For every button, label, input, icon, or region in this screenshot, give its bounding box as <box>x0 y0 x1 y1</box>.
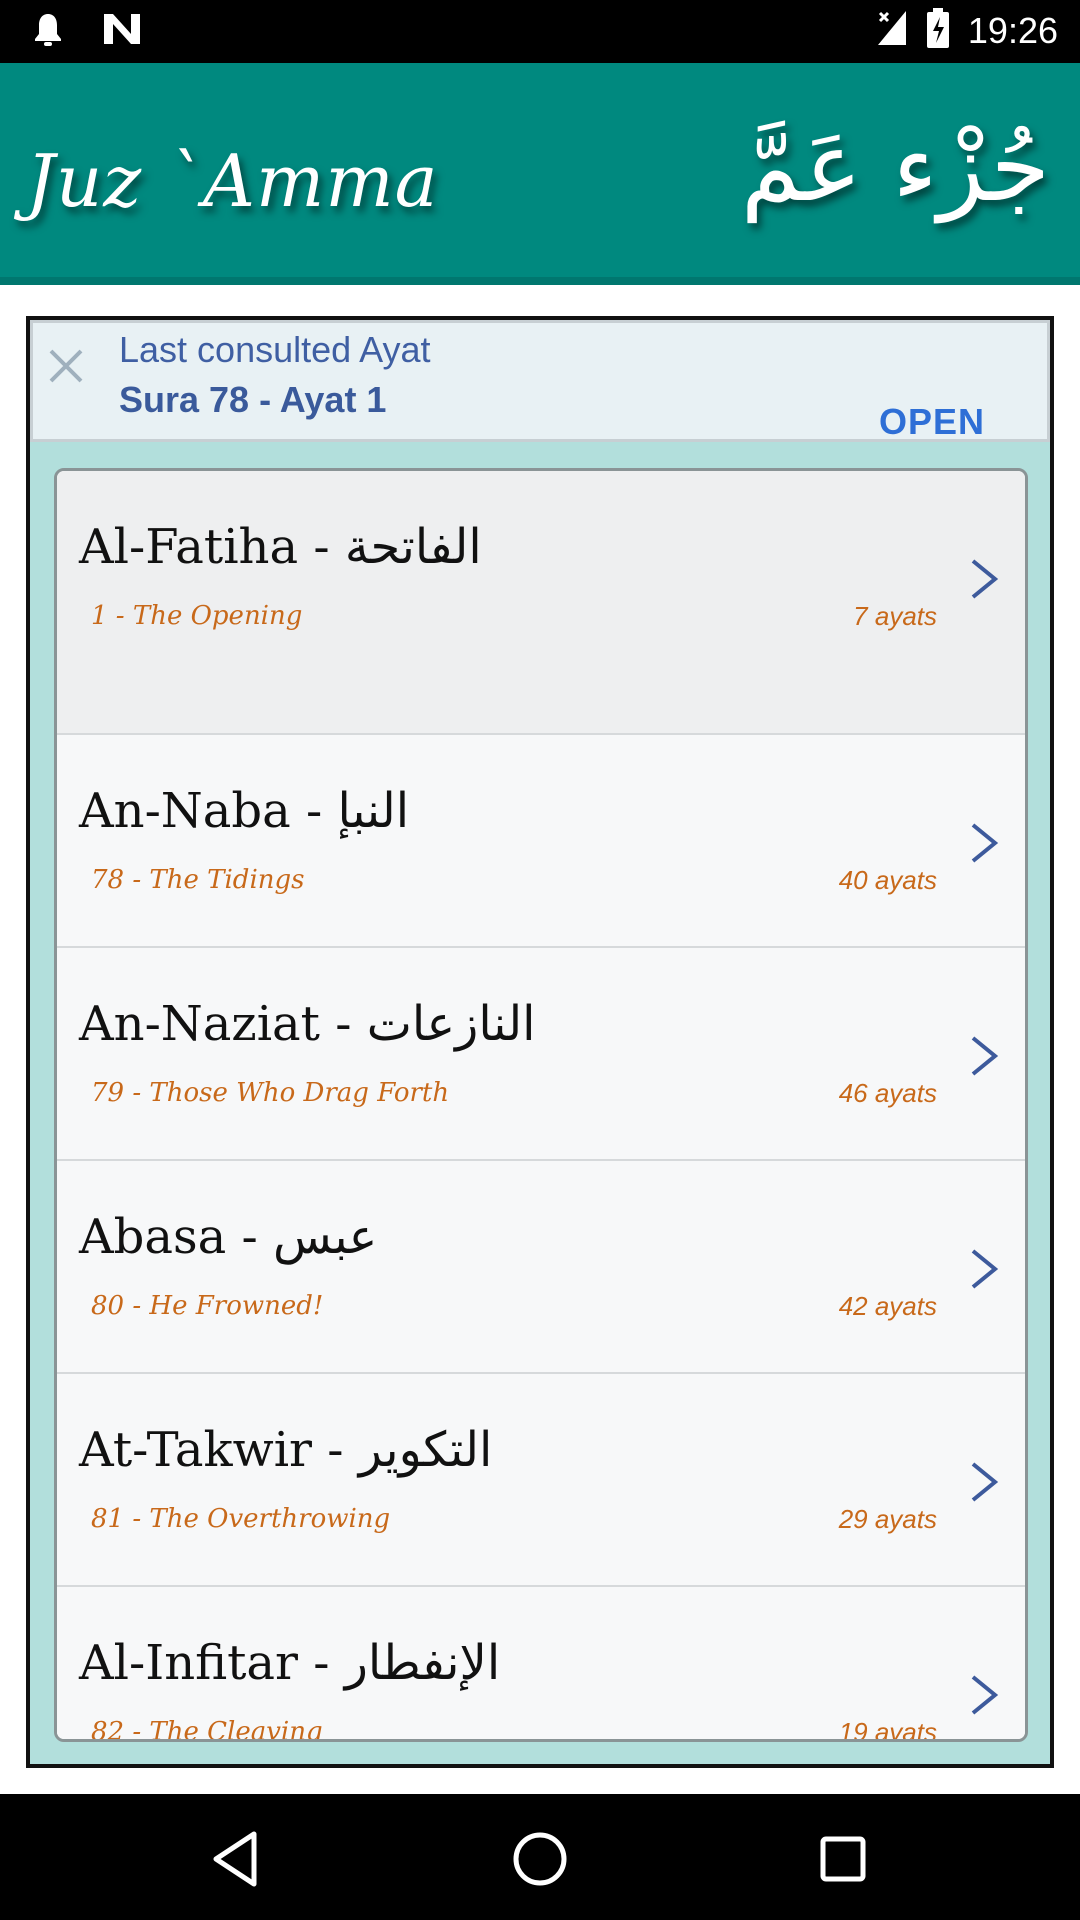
recents-icon[interactable] <box>808 1824 878 1894</box>
ayat-count: 29 ayats <box>838 1504 937 1534</box>
list-item[interactable]: Al-Fatiha - الفاتحة 1 - The Opening 7 ay… <box>57 471 1025 735</box>
sura-name: Abasa - عبس <box>79 1209 378 1265</box>
sura-subtitle: 78 - The Tidings <box>91 865 305 895</box>
close-icon[interactable] <box>41 341 91 391</box>
chevron-right-icon <box>969 1460 999 1504</box>
banner-detail: Sura 78 - Ayat 1 <box>119 379 387 420</box>
last-consulted-banner: Last consulted Ayat Sura 78 - Ayat 1 OPE… <box>30 320 1050 442</box>
list-item[interactable]: Al-Infitar - الإنفطار 82 - The Cleaving … <box>57 1587 1025 1742</box>
chevron-right-icon <box>969 1034 999 1078</box>
app-header: Juz `Amma جُزْء عَمَّ <box>0 63 1080 285</box>
back-icon[interactable] <box>202 1824 272 1894</box>
ayat-count: 40 ayats <box>838 865 937 895</box>
chevron-right-icon <box>969 1247 999 1291</box>
sura-subtitle: 1 - The Opening <box>91 601 303 631</box>
n-logo-icon <box>102 12 142 51</box>
open-button[interactable]: OPEN <box>879 401 985 443</box>
ayat-count: 42 ayats <box>838 1291 937 1321</box>
ayat-count: 7 ayats <box>853 601 937 631</box>
clock: 19:26 <box>967 9 1058 51</box>
signal-off-icon <box>876 9 908 52</box>
sura-name: Al-Fatiha - الفاتحة <box>79 519 482 575</box>
sura-list: Al-Fatiha - الفاتحة 1 - The Opening 7 ay… <box>54 468 1028 1742</box>
notification-bell-icon <box>34 12 62 51</box>
list-item[interactable]: An-Naziat - النازعات 79 - Those Who Drag… <box>57 948 1025 1161</box>
chevron-right-icon <box>969 557 999 601</box>
navigation-bar <box>0 1794 1080 1920</box>
chevron-right-icon <box>969 1673 999 1717</box>
status-bar: 19:26 <box>0 0 1080 63</box>
app-title: Juz `Amma <box>26 139 439 223</box>
sura-subtitle: 79 - Those Who Drag Forth <box>91 1078 450 1108</box>
home-icon[interactable] <box>505 1824 575 1894</box>
content-frame: Last consulted Ayat Sura 78 - Ayat 1 OPE… <box>26 316 1054 1768</box>
sura-name: Al-Infitar - الإنفطار <box>79 1635 501 1691</box>
sura-subtitle: 81 - The Overthrowing <box>91 1504 391 1534</box>
banner-heading: Last consulted Ayat <box>119 329 431 370</box>
ayat-count: 19 ayats <box>838 1717 937 1742</box>
sura-subtitle: 82 - The Cleaving <box>91 1717 323 1742</box>
list-item[interactable]: At-Takwir - التكوير 81 - The Overthrowin… <box>57 1374 1025 1587</box>
sura-name: An-Naziat - النازعات <box>79 996 536 1052</box>
list-item[interactable]: An-Naba - النبإ 78 - The Tidings 40 ayat… <box>57 735 1025 948</box>
battery-charging-icon <box>926 8 950 53</box>
ayat-count: 46 ayats <box>838 1078 937 1108</box>
sura-name: At-Takwir - التكوير <box>79 1422 493 1478</box>
sura-subtitle: 80 - He Frowned! <box>91 1291 324 1321</box>
sura-name: An-Naba - النبإ <box>79 783 410 839</box>
list-item[interactable]: Abasa - عبس 80 - He Frowned! 42 ayats <box>57 1161 1025 1374</box>
chevron-right-icon <box>969 821 999 865</box>
app-title-arabic: جُزْء عَمَّ <box>740 111 1050 223</box>
